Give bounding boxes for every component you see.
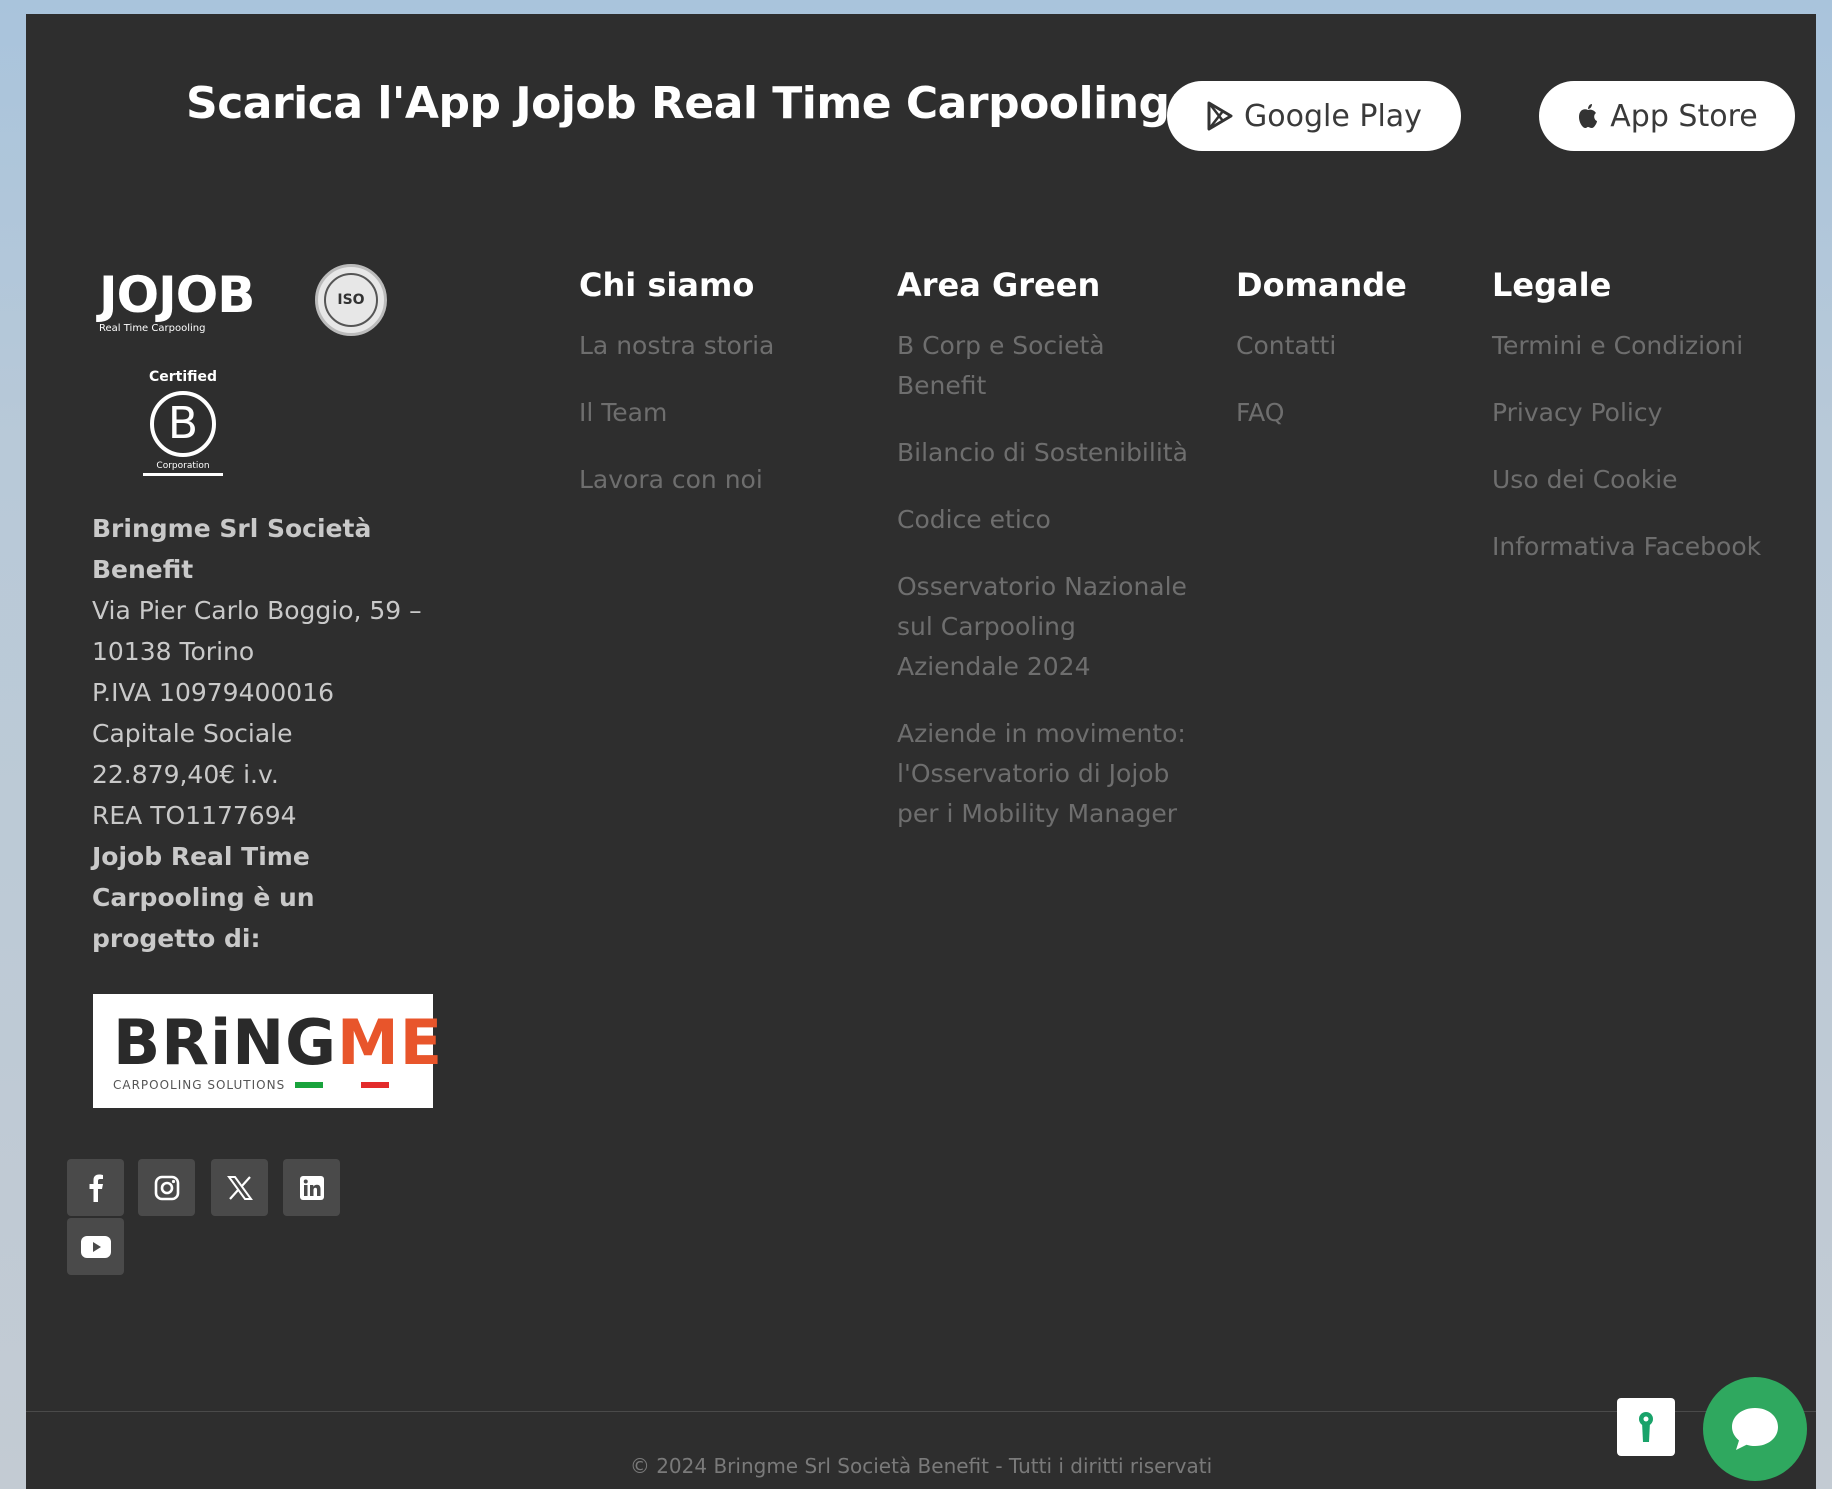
cookie-settings-button[interactable] <box>1617 1398 1675 1456</box>
chat-bubble-icon <box>1732 1408 1778 1450</box>
column-links: B Corp e Società Benefit Bilancio di Sos… <box>897 326 1197 834</box>
link-b-corp[interactable]: B Corp e Società Benefit <box>897 326 1197 406</box>
jojob-logo-tagline: Real Time Carpooling <box>99 323 206 334</box>
company-rea: REA TO1177694 <box>92 801 297 830</box>
link-la-nostra-storia[interactable]: La nostra storia <box>579 326 859 366</box>
chat-button[interactable] <box>1703 1377 1807 1481</box>
column-links: Termini e Condizioni Privacy Policy Uso … <box>1492 326 1792 567</box>
apple-icon <box>1579 104 1598 128</box>
column-links: Contatti FAQ <box>1236 326 1456 433</box>
bcorp-logo: Certified B Corporation <box>143 369 223 476</box>
link-uso-cookie[interactable]: Uso dei Cookie <box>1492 460 1792 500</box>
company-capital: Capitale Sociale 22.879,40€ i.v. <box>92 719 293 789</box>
linkedin-link[interactable] <box>283 1159 340 1216</box>
link-bilancio-sostenibilita[interactable]: Bilancio di Sostenibilità <box>897 433 1197 473</box>
bcorp-certified-label: Certified <box>148 369 218 385</box>
iso-badge-text: ISO <box>324 273 378 327</box>
link-aziende-in-movimento[interactable]: Aziende in movimento: l'Osservatorio di … <box>897 714 1197 834</box>
instagram-link[interactable] <box>138 1159 195 1216</box>
company-info: Bringme Srl Società Benefit Via Pier Car… <box>92 508 432 959</box>
google-play-icon <box>1207 101 1233 131</box>
footer-column-chi-siamo: Chi siamo La nostra storia Il Team Lavor… <box>579 266 859 500</box>
bringme-wordmark: BRiNGME <box>113 1012 442 1074</box>
column-title: Chi siamo <box>579 266 755 304</box>
facebook-icon <box>89 1174 103 1202</box>
bringme-tagline-row: CARPOOLING SOLUTIONS <box>113 1078 413 1092</box>
bcorp-corporation-label: Corporation <box>143 461 223 476</box>
flag-green-stripe <box>295 1082 324 1088</box>
link-lavora-con-noi[interactable]: Lavora con noi <box>579 460 859 500</box>
column-title: Domande <box>1236 266 1407 304</box>
jojob-logo[interactable]: JOJOB Real Time Carpooling <box>99 270 269 334</box>
link-il-team[interactable]: Il Team <box>579 393 859 433</box>
link-contatti[interactable]: Contatti <box>1236 326 1456 366</box>
jojob-logo-wordmark: JOJOB <box>99 266 255 324</box>
link-informativa-facebook[interactable]: Informativa Facebook <box>1492 527 1792 567</box>
site-footer: Scarica l'App Jojob Real Time Carpooling… <box>26 14 1816 1489</box>
footer-column-area-green: Area Green B Corp e Società Benefit Bila… <box>897 266 1197 834</box>
footer-divider <box>26 1411 1816 1412</box>
instagram-icon <box>154 1175 179 1200</box>
iso-badge: ISO <box>315 264 387 336</box>
link-faq[interactable]: FAQ <box>1236 393 1456 433</box>
company-vat: P.IVA 10979400016 <box>92 678 335 707</box>
x-icon <box>226 1175 253 1200</box>
link-privacy-policy[interactable]: Privacy Policy <box>1492 393 1792 433</box>
google-play-label: Google Play <box>1244 98 1422 134</box>
app-download-title: Scarica l'App Jojob Real Time Carpooling… <box>186 78 1187 129</box>
column-title: Area Green <box>897 266 1101 304</box>
project-note: Jojob Real Time Carpooling è un progetto… <box>92 842 315 953</box>
keyhole-icon <box>1639 1412 1653 1442</box>
linkedin-icon <box>299 1175 324 1200</box>
x-link[interactable] <box>211 1159 268 1216</box>
flag-red-stripe <box>361 1082 390 1088</box>
bringme-word-accent: ME <box>337 1006 444 1079</box>
company-name: Bringme Srl Società Benefit <box>92 514 372 584</box>
copyright-text: © 2024 Bringme Srl Società Benefit - Tut… <box>629 1454 1213 1478</box>
bringme-word-part: BRiNG <box>113 1006 338 1079</box>
bringme-logo[interactable]: BRiNGME CARPOOLING SOLUTIONS <box>93 994 442 1108</box>
google-play-button[interactable]: Google Play <box>1167 81 1461 151</box>
bcorp-b-mark: B <box>150 391 216 457</box>
link-codice-etico[interactable]: Codice etico <box>897 500 1197 540</box>
app-store-button[interactable]: App Store <box>1539 81 1795 151</box>
company-address: Via Pier Carlo Boggio, 59 – 10138 Torino <box>92 596 422 666</box>
bringme-tagline: CARPOOLING SOLUTIONS <box>113 1078 286 1092</box>
app-store-label: App Store <box>1610 98 1758 134</box>
footer-column-domande: Domande Contatti FAQ <box>1236 266 1456 433</box>
column-title: Legale <box>1492 266 1612 304</box>
link-osservatorio-nazionale[interactable]: Osservatorio Nazionale sul Carpooling Az… <box>897 567 1197 687</box>
facebook-link[interactable] <box>67 1159 124 1216</box>
youtube-link[interactable] <box>67 1218 124 1275</box>
footer-column-legale: Legale Termini e Condizioni Privacy Poli… <box>1492 266 1792 567</box>
link-termini-condizioni[interactable]: Termini e Condizioni <box>1492 326 1792 366</box>
youtube-icon <box>80 1235 111 1258</box>
column-links: La nostra storia Il Team Lavora con noi <box>579 326 859 500</box>
